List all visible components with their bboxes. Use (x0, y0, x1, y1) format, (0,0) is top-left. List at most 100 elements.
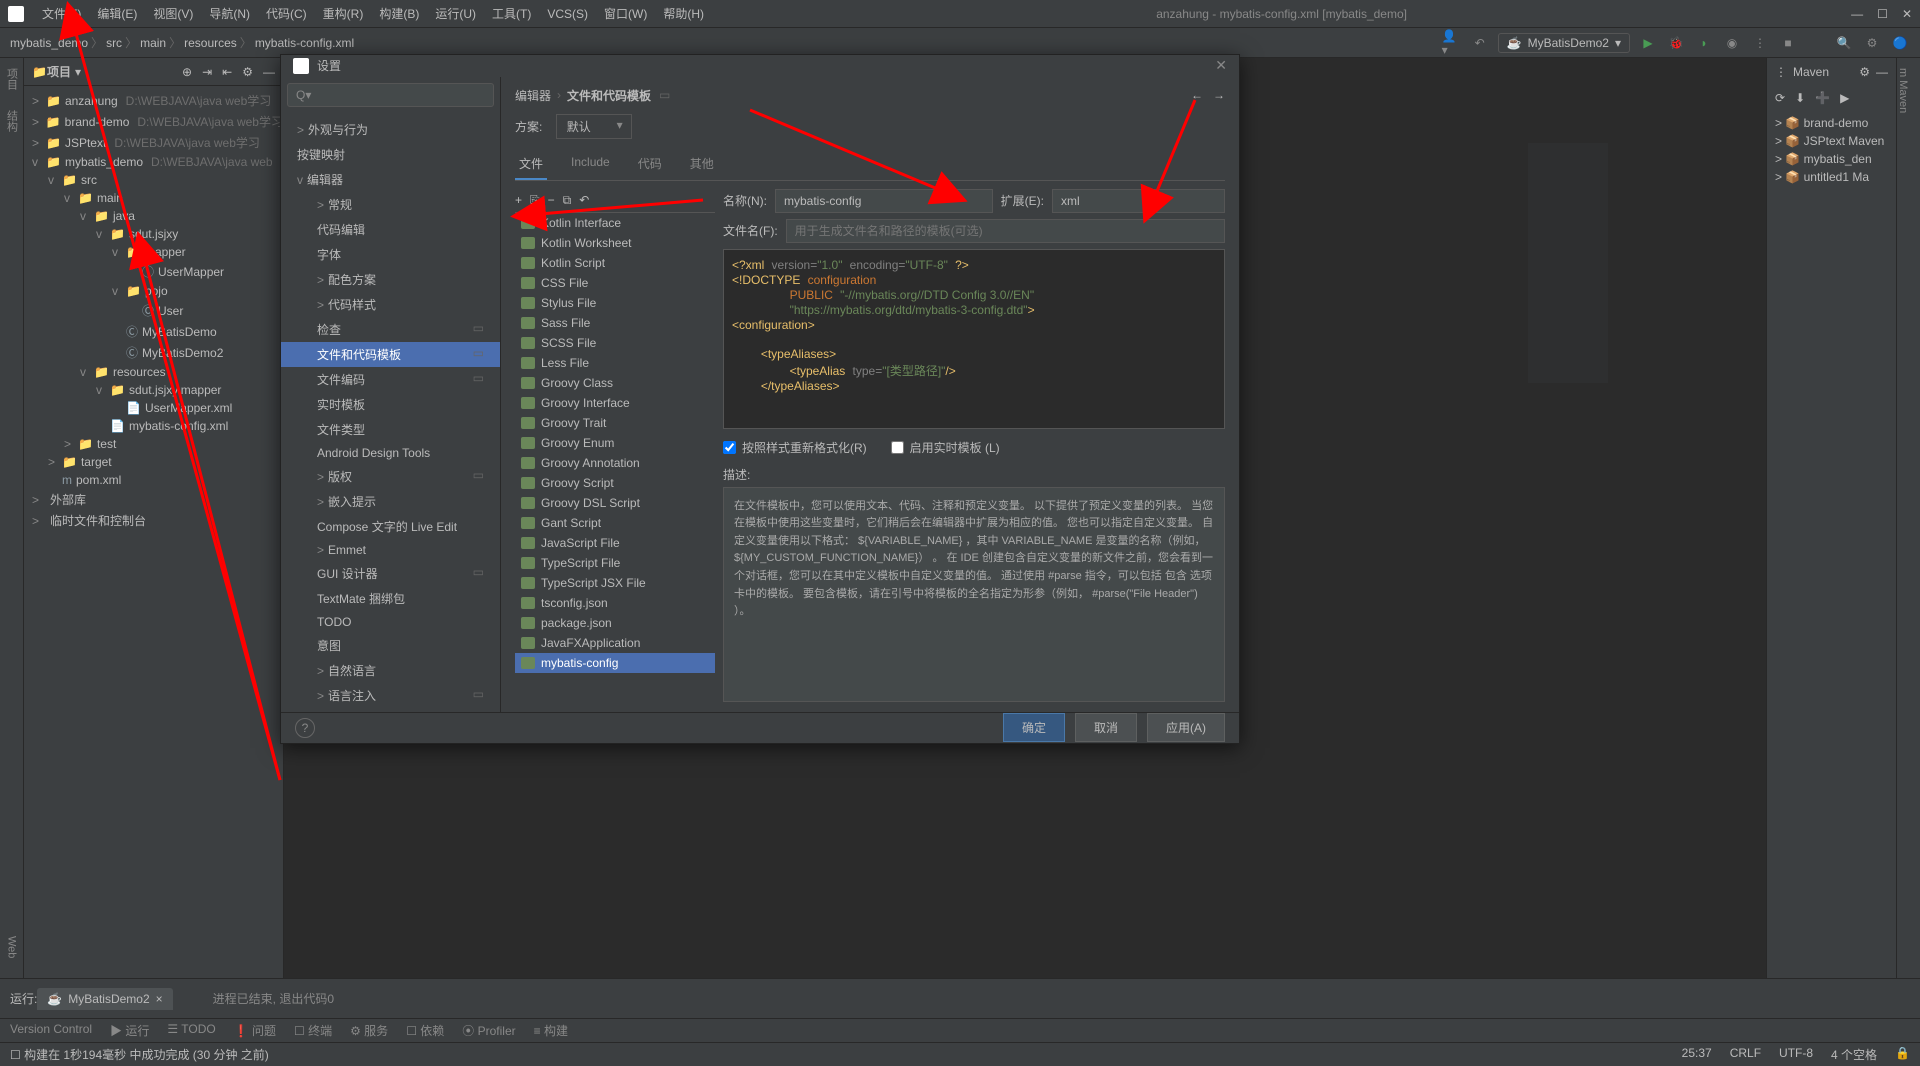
tree-item[interactable]: >📁JSPtextD:\WEBJAVA\java web学习 (24, 132, 283, 153)
run-icon[interactable]: ▶ (1840, 91, 1849, 105)
tree-item[interactable]: v📁mybatis_demoD:\WEBJAVA\java web (24, 153, 283, 171)
back-icon[interactable]: ↶ (1470, 33, 1490, 53)
ok-button[interactable]: 确定 (1003, 713, 1065, 742)
debug-icon[interactable]: 🐞 (1666, 33, 1686, 53)
settings-category[interactable]: 实时模板 (281, 392, 500, 417)
template-list-item[interactable]: JavaFXApplication (515, 633, 715, 653)
status-item[interactable]: UTF-8 (1779, 1046, 1813, 1063)
template-list-item[interactable]: Groovy Annotation (515, 453, 715, 473)
add-icon[interactable]: + (515, 193, 522, 208)
tree-item[interactable]: >外部库 (24, 489, 283, 510)
tree-item[interactable]: 📄mybatis-config.xml (24, 417, 283, 435)
user-icon[interactable]: 👤▾ (1442, 33, 1462, 53)
settings-category[interactable]: GUI 设计器 ▭ (281, 561, 500, 586)
tree-item[interactable]: 📄UserMapper.xml (24, 399, 283, 417)
run-icon[interactable]: ▶ (1638, 33, 1658, 53)
settings-category[interactable]: >代码样式 (281, 292, 500, 317)
minimize-icon[interactable]: — (1851, 7, 1863, 21)
template-list-item[interactable]: Kotlin Interface (515, 213, 715, 233)
settings-icon[interactable]: ⚙ (1859, 65, 1870, 79)
settings-category[interactable]: 按键映射 (281, 142, 500, 167)
settings-category[interactable]: >版权 ▭ (281, 464, 500, 489)
template-list-item[interactable]: package.json (515, 613, 715, 633)
template-tab[interactable]: Include (567, 149, 614, 180)
close-icon[interactable]: × (156, 992, 163, 1006)
maven-item[interactable]: > 📦 mybatis_den (1775, 150, 1888, 168)
tool-tab[interactable]: ❗ 问题 (234, 1022, 276, 1039)
coverage-icon[interactable]: ◗ (1694, 33, 1714, 53)
menu-item[interactable]: 运行(U) (427, 7, 484, 21)
tree-item[interactable]: ⒾUserMapper (24, 261, 283, 282)
template-list-item[interactable]: Groovy Enum (515, 433, 715, 453)
maven-item[interactable]: > 📦 JSPtext Maven (1775, 132, 1888, 150)
settings-category[interactable]: Android Design Tools (281, 442, 500, 464)
menu-item[interactable]: 编辑(E) (89, 7, 145, 21)
tree-item[interactable]: >📁test (24, 435, 283, 453)
structure-tool-button[interactable]: 结构 (4, 110, 20, 132)
template-list-item[interactable]: Less File (515, 353, 715, 373)
settings-category[interactable]: 意图 (281, 633, 500, 658)
tree-item[interactable]: >临时文件和控制台 (24, 510, 283, 531)
apply-button[interactable]: 应用(A) (1147, 713, 1225, 742)
menu-item[interactable]: VCS(S) (539, 7, 596, 21)
tree-item[interactable]: >📁anzahungD:\WEBJAVA\java web学习 (24, 90, 283, 111)
run-config-selector[interactable]: ☕ MyBatisDemo2 ▾ (1498, 33, 1630, 53)
settings-category[interactable]: 文件编码 ▭ (281, 367, 500, 392)
settings-category[interactable]: >嵌入提示 (281, 489, 500, 514)
menu-item[interactable]: 视图(V) (145, 7, 201, 21)
menu-item[interactable]: 导航(N) (201, 7, 258, 21)
tool-tab[interactable]: ☰ TODO (167, 1022, 215, 1039)
settings-category[interactable]: >外观与行为 (281, 117, 500, 142)
settings-category[interactable]: 代码编辑 (281, 217, 500, 242)
settings-category[interactable]: >Emmet (281, 539, 500, 561)
tree-item[interactable]: ⒸMyBatisDemo2 (24, 342, 283, 363)
tree-item[interactable]: ⒸUser (24, 300, 283, 321)
template-list-item[interactable]: Groovy Class (515, 373, 715, 393)
settings-category[interactable]: v编辑器 (281, 167, 500, 192)
chevron-down-icon[interactable]: ▾ (75, 65, 81, 79)
tree-item[interactable]: >📁target (24, 453, 283, 471)
status-item[interactable]: 4 个空格 (1831, 1046, 1877, 1063)
template-list-item[interactable]: Sass File (515, 313, 715, 333)
minimap[interactable] (1528, 143, 1608, 383)
maven-item[interactable]: > 📦 brand-demo (1775, 114, 1888, 132)
template-list-item[interactable]: CSS File (515, 273, 715, 293)
settings-category[interactable]: Compose 文字的 Live Edit (281, 514, 500, 539)
tree-item[interactable]: v📁src (24, 171, 283, 189)
template-list-item[interactable]: SCSS File (515, 333, 715, 353)
tool-tab[interactable]: ☐ 依赖 (406, 1022, 444, 1039)
tool-tab[interactable]: ▶ 运行 (110, 1022, 149, 1039)
template-list-item[interactable]: tsconfig.json (515, 593, 715, 613)
download-icon[interactable]: ⬇ (1795, 91, 1805, 105)
settings-category[interactable]: >常规 (281, 192, 500, 217)
status-item[interactable]: CRLF (1730, 1046, 1761, 1063)
run-tab[interactable]: ☕ MyBatisDemo2 × (37, 988, 172, 1010)
settings-category[interactable]: 检查 ▭ (281, 317, 500, 342)
remove-icon[interactable]: − (548, 193, 555, 208)
more-icon[interactable]: ⋮ (1750, 33, 1770, 53)
back-icon[interactable]: ← (1191, 88, 1203, 102)
live-template-checkbox[interactable]: 启用实时模板 (L) (891, 439, 1000, 456)
settings-category[interactable]: TextMate 捆绑包 (281, 586, 500, 611)
template-ext-input[interactable] (1052, 189, 1225, 213)
maximize-icon[interactable]: ☐ (1877, 7, 1888, 21)
template-list-item[interactable]: Stylus File (515, 293, 715, 313)
template-list-item[interactable]: Groovy Interface (515, 393, 715, 413)
template-list-item[interactable]: TypeScript File (515, 553, 715, 573)
tree-item[interactable]: v📁main (24, 189, 283, 207)
template-tab[interactable]: 其他 (686, 149, 718, 180)
template-name-input[interactable] (775, 189, 993, 213)
reformat-checkbox[interactable]: 按照样式重新格式化(R) (723, 439, 867, 456)
menu-item[interactable]: 工具(T) (484, 7, 539, 21)
tree-item[interactable]: v📁pojo (24, 282, 283, 300)
maven-tool-button[interactable]: m Maven (1897, 68, 1909, 113)
tree-item[interactable]: v📁sdut.jsjxy.mapper (24, 381, 283, 399)
project-tool-button[interactable]: 项目 (4, 68, 20, 90)
profile-icon[interactable]: ◉ (1722, 33, 1742, 53)
settings-category[interactable]: >自然语言 (281, 658, 500, 683)
search-icon[interactable]: 🔍 (1834, 33, 1854, 53)
tree-item[interactable]: v📁mapper (24, 243, 283, 261)
forward-icon[interactable]: → (1213, 88, 1225, 102)
maven-item[interactable]: > 📦 untitled1 Ma (1775, 168, 1888, 186)
template-code-editor[interactable]: <?xml version="1.0" encoding="UTF-8" ?> … (723, 249, 1225, 429)
